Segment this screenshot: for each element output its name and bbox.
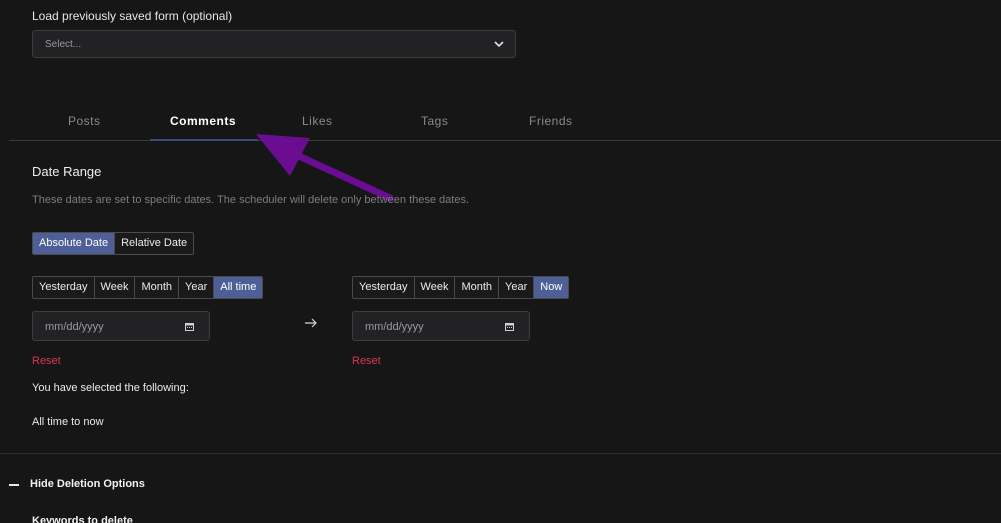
- date-range-title: Date Range: [32, 164, 102, 179]
- load-form-placeholder: Select...: [45, 39, 82, 50]
- start-preset-week[interactable]: Week: [93, 277, 135, 298]
- start-reset-link[interactable]: Reset: [32, 355, 61, 367]
- start-preset-year[interactable]: Year: [178, 277, 214, 298]
- relative-date-button[interactable]: Relative Date: [114, 233, 194, 254]
- start-preset-all-time[interactable]: All time: [213, 277, 263, 298]
- date-range-description: These dates are set to specific dates. T…: [32, 194, 469, 206]
- end-preset-now[interactable]: Now: [533, 277, 569, 298]
- active-tab-indicator: [150, 139, 258, 141]
- tab-likes[interactable]: Likes: [302, 114, 333, 128]
- tab-comments[interactable]: Comments: [170, 114, 236, 128]
- date-mode-toggle: Absolute Date Relative Date: [32, 232, 195, 255]
- page: Load previously saved form (optional) Se…: [0, 0, 1001, 523]
- chevron-down-icon: [494, 41, 504, 48]
- selection-summary-value: All time to now: [32, 416, 104, 428]
- end-preset-yesterday[interactable]: Yesterday: [353, 277, 414, 298]
- absolute-date-button[interactable]: Absolute Date: [33, 233, 115, 254]
- end-reset-link[interactable]: Reset: [352, 355, 381, 367]
- section-divider: [0, 453, 1001, 454]
- calendar-icon[interactable]: [185, 322, 194, 331]
- tab-posts[interactable]: Posts: [68, 114, 101, 128]
- hide-deletion-options-toggle[interactable]: Hide Deletion Options: [30, 478, 145, 490]
- end-date-input[interactable]: mm/dd/yyyy: [352, 311, 530, 341]
- end-preset-month[interactable]: Month: [454, 277, 499, 298]
- end-preset-group: Yesterday Week Month Year Now: [352, 276, 570, 299]
- arrow-right-icon: [305, 318, 317, 328]
- load-form-label: Load previously saved form (optional): [32, 9, 233, 23]
- start-preset-yesterday[interactable]: Yesterday: [33, 277, 94, 298]
- keywords-to-delete-label: Keywords to delete: [32, 515, 133, 523]
- start-preset-group: Yesterday Week Month Year All time: [32, 276, 264, 299]
- tab-tags[interactable]: Tags: [421, 114, 448, 128]
- start-date-placeholder: mm/dd/yyyy: [45, 321, 104, 333]
- selection-summary-label: You have selected the following:: [32, 382, 189, 394]
- end-preset-year[interactable]: Year: [498, 277, 534, 298]
- start-date-input[interactable]: mm/dd/yyyy: [32, 311, 210, 341]
- start-preset-month[interactable]: Month: [134, 277, 179, 298]
- end-date-placeholder: mm/dd/yyyy: [365, 321, 424, 333]
- minus-icon[interactable]: [9, 484, 19, 486]
- load-form-select[interactable]: Select...: [32, 30, 516, 58]
- tab-friends[interactable]: Friends: [529, 114, 573, 128]
- end-preset-week[interactable]: Week: [413, 277, 455, 298]
- calendar-icon[interactable]: [505, 322, 514, 331]
